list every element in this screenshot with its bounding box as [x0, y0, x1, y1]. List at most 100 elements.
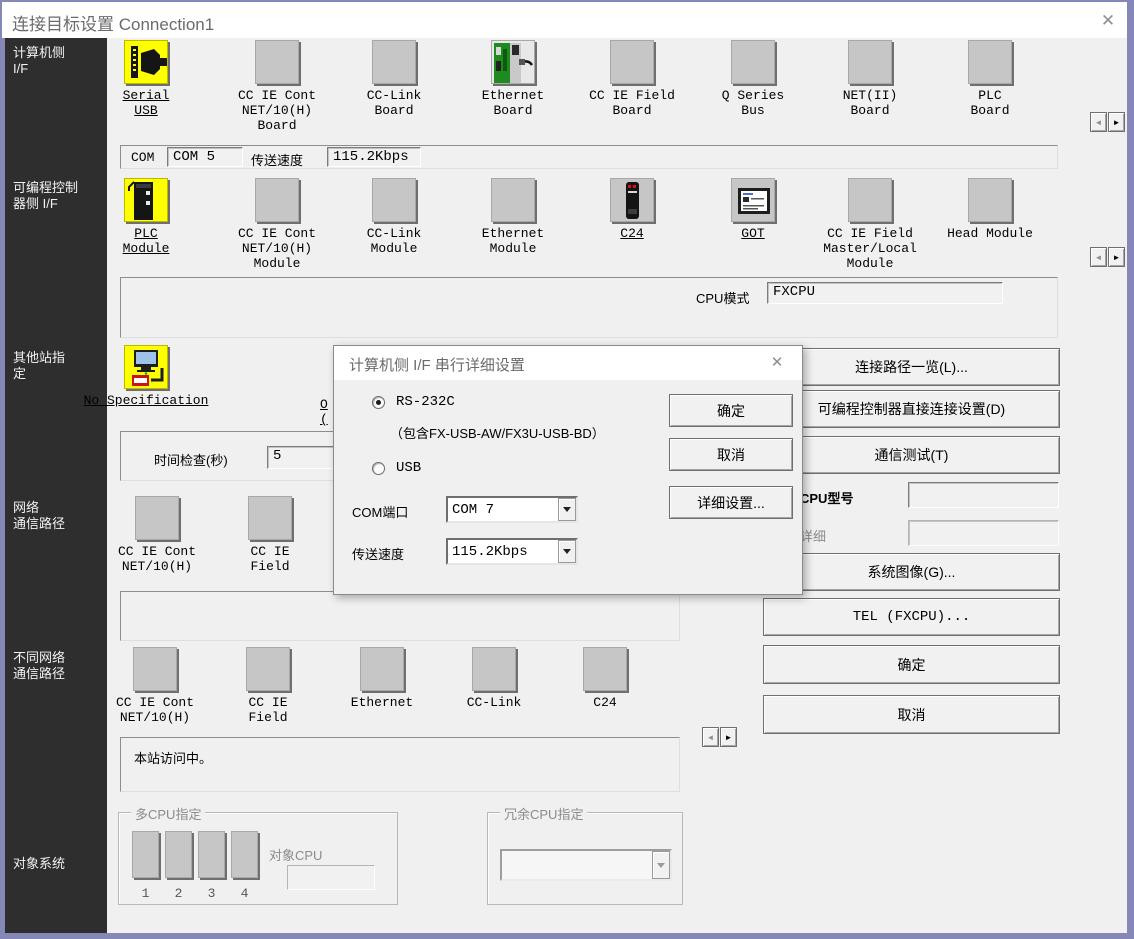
plcif-c24[interactable]: C24	[574, 178, 690, 241]
plcif-cc-link-module[interactable]: CC-Link Module	[336, 178, 452, 256]
icon-label: Head Module	[932, 226, 1048, 241]
serial-detail-dialog: 计算机侧 I/F 串行详细设置 ✕ RS-232C （包含FX-USB-AW/F…	[333, 345, 803, 595]
plc-direct-connection-button[interactable]: 可编程控制器直接连接设置(D)	[763, 390, 1060, 428]
close-icon[interactable]: ✕	[1094, 8, 1122, 34]
pcif-cc-ie-cont-board[interactable]: CC IE Cont NET/10(H) Board	[219, 40, 335, 133]
module-icon	[246, 647, 290, 691]
icon-label: C24	[574, 226, 690, 241]
detail-label: 详细	[800, 526, 826, 545]
pcif-cc-ie-field-board[interactable]: CC IE Field Board	[574, 40, 690, 118]
board-icon	[731, 40, 775, 84]
diffnet-scroll-left-icon[interactable]: ◄	[702, 727, 719, 747]
connection-test-button[interactable]: 通信测试(T)	[763, 436, 1060, 474]
pcif-scroll-left-icon[interactable]: ◄	[1090, 112, 1107, 132]
multi-cpu-slot-1[interactable]	[132, 831, 159, 878]
speed-select[interactable]: 115.2Kbps	[446, 538, 578, 565]
cancel-button[interactable]: 取消	[763, 695, 1060, 734]
icon-label: CC IE Field Board	[574, 88, 690, 118]
transfer-setup-window: 连接目标设置 Connection1 ✕ 计算机侧 I/F 可编程控制 器侧 I…	[0, 0, 1134, 939]
plcif-ethernet-module[interactable]: Ethernet Module	[455, 178, 571, 256]
speed-label: 传送速度	[352, 544, 404, 563]
plcif-scroll-left-icon[interactable]: ◄	[1090, 247, 1107, 267]
pcif-ethernet-board[interactable]: Ethernet Board	[455, 40, 571, 118]
usb-radio[interactable]	[372, 462, 385, 475]
netroute-cc-ie-field[interactable]: CC IE Field	[212, 496, 328, 574]
icon-label: CC-Link Module	[336, 226, 452, 256]
icon-label: NET(II) Board	[812, 88, 928, 118]
system-image-button[interactable]: 系统图像(G)...	[763, 553, 1060, 591]
dialog-ok-button[interactable]: 确定	[669, 394, 793, 427]
board-icon	[968, 40, 1012, 84]
rs232c-note: （包含FX-USB-AW/FX3U-USB-BD）	[390, 423, 605, 442]
icon-label: CC IE Cont NET/10(H)	[97, 695, 213, 725]
sidebar-item-target-system: 对象系统	[13, 856, 65, 872]
ethernet-board-icon	[491, 40, 535, 84]
plcif-cc-ie-field-master-local[interactable]: CC IE Field Master/Local Module	[812, 178, 928, 271]
diffnet-cc-link[interactable]: CC-Link	[436, 647, 552, 710]
cpu-model-label: CPU型号	[800, 488, 853, 507]
sidebar-item-other-station: 其他站指 定	[13, 350, 65, 382]
multi-cpu-slot-3[interactable]	[198, 831, 225, 878]
com-port-select[interactable]: COM 7	[446, 496, 578, 523]
diffnet-c24[interactable]: C24	[547, 647, 663, 710]
plcif-got[interactable]: GOT	[695, 178, 811, 241]
com-port-label: COM端口	[352, 502, 408, 521]
board-icon	[610, 40, 654, 84]
icon-label: Q Series Bus	[695, 88, 811, 118]
serial-usb-icon	[124, 40, 168, 84]
board-icon	[372, 40, 416, 84]
icon-label: No Specification	[60, 393, 232, 408]
diffnet-cc-ie-cont[interactable]: CC IE Cont NET/10(H)	[97, 647, 213, 725]
window-title: 连接目标设置 Connection1	[12, 10, 214, 35]
tel-fxcpu-button[interactable]: TEL (FXCPU)...	[763, 598, 1060, 636]
section-sidebar: 计算机侧 I/F 可编程控制 器侧 I/F 其他站指 定 网络 通信路径 不同网…	[5, 38, 107, 933]
speed-value: 115.2Kbps	[448, 544, 558, 560]
module-icon	[133, 647, 177, 691]
pcif-serial-usb[interactable]: Serial USB	[88, 40, 204, 118]
module-icon	[255, 178, 299, 222]
plcif-cc-ie-cont-module[interactable]: CC IE Cont NET/10(H) Module	[219, 178, 335, 271]
dialog-title: 计算机侧 I/F 串行详细设置	[349, 354, 525, 375]
module-icon	[135, 496, 179, 540]
com-label: COM	[131, 150, 154, 165]
com-port-value: COM 7	[448, 502, 558, 518]
other-station-no-specification[interactable]: No Specification	[60, 345, 232, 408]
connection-channel-list-button[interactable]: 连接路径一览(L)...	[763, 348, 1060, 386]
pcif-q-series-bus[interactable]: Q Series Bus	[695, 40, 811, 118]
pcif-net2-board[interactable]: NET(II) Board	[812, 40, 928, 118]
other-station-partial-label[interactable]: O (	[320, 397, 334, 427]
plcif-head-module[interactable]: Head Module	[932, 178, 1048, 241]
module-icon	[491, 178, 535, 222]
chevron-down-icon	[558, 540, 576, 563]
dialog-close-icon[interactable]: ✕	[764, 351, 790, 375]
module-icon	[583, 647, 627, 691]
pcif-plc-board[interactable]: PLC Board	[932, 40, 1048, 118]
ok-button[interactable]: 确定	[763, 645, 1060, 684]
diffnet-scroll-right-icon[interactable]: ►	[720, 727, 737, 747]
module-icon	[372, 178, 416, 222]
multi-cpu-slot-2[interactable]	[165, 831, 192, 878]
usb-radio-label: USB	[396, 460, 421, 476]
diffnet-ethernet[interactable]: Ethernet	[324, 647, 440, 710]
plcif-scroll-right-icon[interactable]: ►	[1108, 247, 1125, 267]
detail-field	[908, 520, 1059, 546]
dialog-cancel-button[interactable]: 取消	[669, 438, 793, 471]
rs232c-radio[interactable]	[372, 396, 385, 409]
cpu-mode-value: FXCPU	[767, 282, 1003, 304]
diffnet-cc-ie-field[interactable]: CC IE Field	[210, 647, 326, 725]
chevron-down-icon	[558, 498, 576, 521]
got-icon	[731, 178, 775, 222]
target-cpu-label: 对象CPU	[269, 845, 322, 864]
netroute-cc-ie-cont[interactable]: CC IE Cont NET/10(H)	[99, 496, 215, 574]
sidebar-item-network-route: 网络 通信路径	[13, 500, 65, 532]
multi-cpu-slot-4[interactable]	[231, 831, 258, 878]
dialog-detail-setting-button[interactable]: 详细设置...	[669, 486, 793, 519]
access-message-box: 本站访问中。	[120, 737, 680, 792]
pcif-scroll-right-icon[interactable]: ►	[1108, 112, 1125, 132]
plcif-plc-module[interactable]: PLC Module	[88, 178, 204, 256]
icon-label: Ethernet Module	[455, 226, 571, 256]
icon-label: CC IE Cont NET/10(H)	[99, 544, 215, 574]
module-icon	[848, 178, 892, 222]
module-icon	[968, 178, 1012, 222]
pcif-cc-link-board[interactable]: CC-Link Board	[336, 40, 452, 118]
